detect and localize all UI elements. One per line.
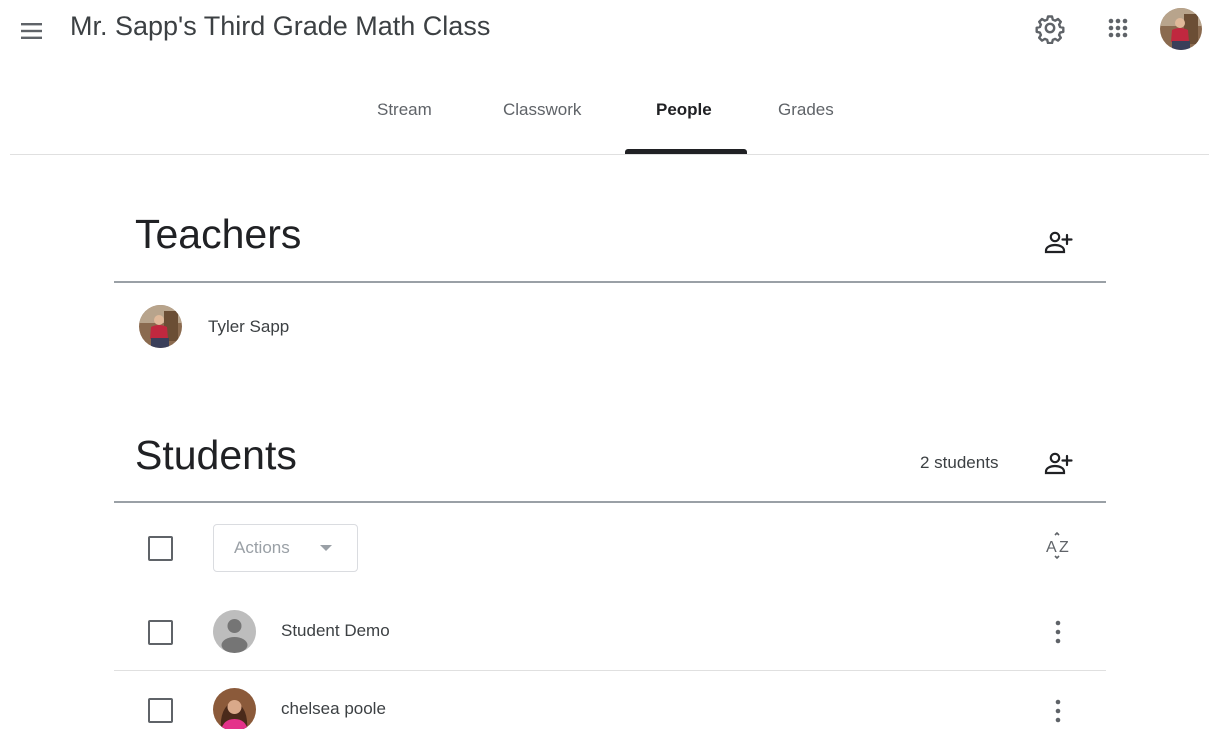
row-divider [114,670,1106,671]
svg-text:A: A [1046,539,1057,556]
tab-people[interactable]: People [656,100,712,120]
svg-text:Z: Z [1059,539,1069,556]
tabs-divider [10,154,1209,155]
invite-teacher-person-add-icon[interactable] [1042,226,1076,260]
student-count: 2 students [920,453,999,472]
more-vert-icon[interactable] [1048,696,1068,726]
gear-icon[interactable] [1034,12,1066,45]
student-avatar-photo [213,688,256,729]
student-name[interactable]: chelsea poole [281,699,386,719]
teacher-avatar [139,305,182,348]
student-checkbox[interactable] [148,698,173,723]
teachers-divider [114,281,1106,283]
actions-dropdown[interactable]: Actions [213,524,358,572]
more-vert-icon[interactable] [1048,617,1068,647]
teachers-heading: Teachers [135,211,302,257]
teacher-name[interactable]: Tyler Sapp [208,317,289,337]
invite-student-person-add-icon[interactable] [1042,447,1076,481]
apps-grid-icon[interactable] [1102,12,1134,44]
class-title[interactable]: Mr. Sapp's Third Grade Math Class [70,11,490,42]
default-person-avatar-icon [213,610,256,653]
hamburger-menu-icon[interactable] [17,16,47,46]
students-divider [114,501,1106,503]
students-heading: Students [135,432,297,478]
tab-classwork[interactable]: Classwork [503,100,581,120]
classroom-app: Mr. Sapp's Third Grade Math Class Stream… [0,0,1209,729]
tab-stream[interactable]: Stream [377,100,432,120]
class-tabs: Stream Classwork People Grades [0,80,1209,156]
student-checkbox[interactable] [148,620,173,645]
caret-down-icon [320,545,332,551]
select-all-checkbox[interactable] [148,536,173,561]
account-avatar[interactable] [1160,8,1202,50]
sort-az-icon[interactable]: A Z [1042,530,1076,564]
top-app-bar: Mr. Sapp's Third Grade Math Class [0,0,1209,60]
tab-grades[interactable]: Grades [778,100,834,120]
student-name[interactable]: Student Demo [281,621,390,641]
actions-label: Actions [234,538,290,557]
